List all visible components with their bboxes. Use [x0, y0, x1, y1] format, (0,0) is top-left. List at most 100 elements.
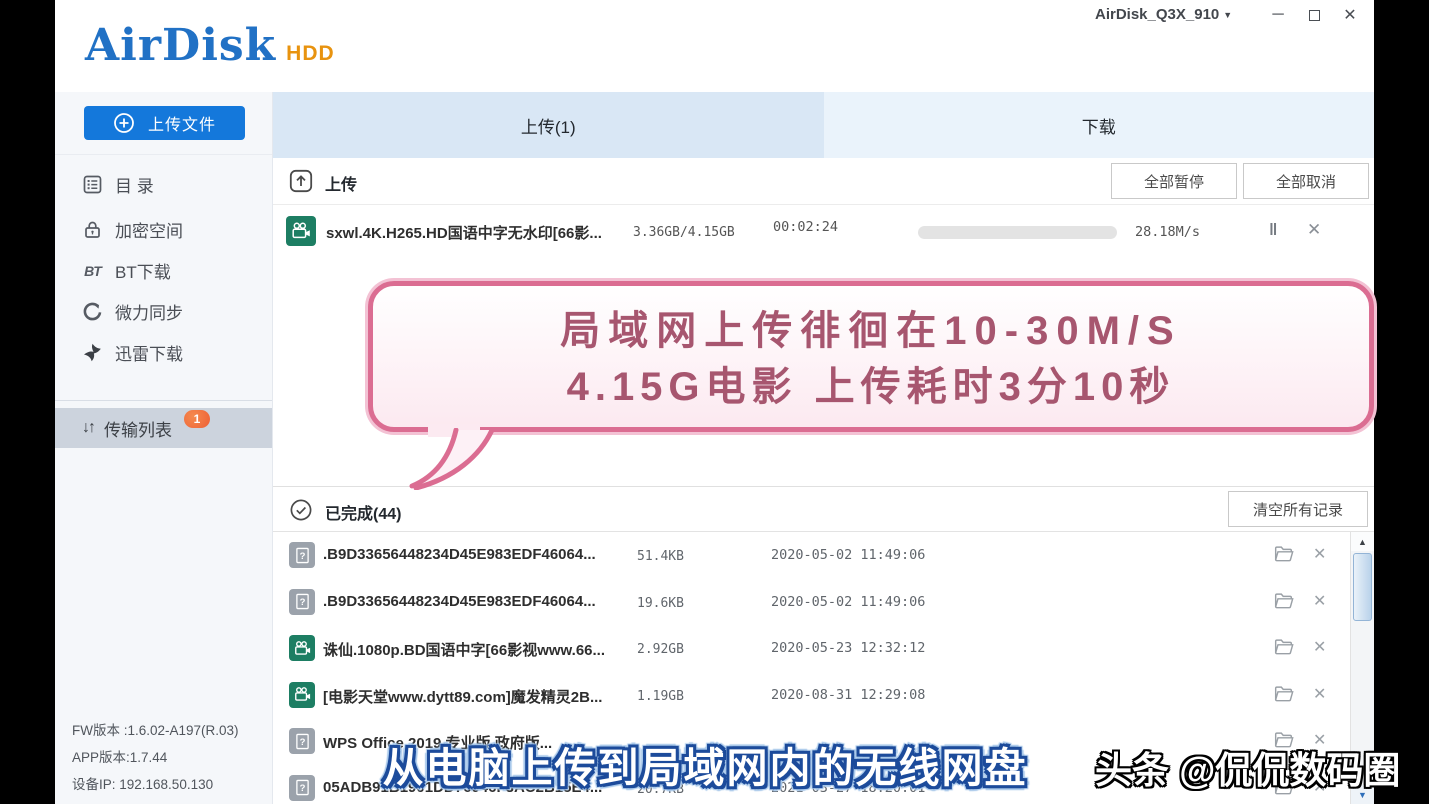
elapsed-time: 00:02:24: [773, 219, 838, 235]
remove-record-icon[interactable]: ✕: [1313, 637, 1326, 657]
video-caption: 从电脑上传到局域网内的无线网盘: [355, 734, 1055, 794]
device-info: FW版本 :1.6.02-A197(R.03) APP版本:1.7.44 设备I…: [72, 717, 239, 798]
sidebar-item-sync[interactable]: 微力同步: [55, 291, 272, 332]
completed-file-row[interactable]: ? .B9D33656448234D45E983EDF46064... 19.6…: [273, 579, 1350, 626]
file-size: 3.36GB/4.15GB: [633, 225, 735, 240]
window-header: AirDisk HDD AirDisk_Q3X_910 ▼ ─ ✕: [55, 0, 1374, 92]
file-size: 51.4KB: [637, 549, 684, 564]
file-name: 诛仙.1080p.BD国语中字[66影视www.66...: [323, 639, 618, 660]
sidebar-item-label: BT下载: [115, 258, 171, 283]
bt-icon: BT: [82, 263, 103, 279]
file-type-icon: ?: [289, 775, 315, 801]
open-folder-icon[interactable]: [1273, 590, 1294, 616]
file-size: 1.19GB: [637, 689, 684, 704]
tab-upload[interactable]: 上传(1): [273, 92, 824, 158]
fw-version: FW版本 :1.6.02-A197(R.03): [72, 717, 239, 744]
maximize-button[interactable]: [1303, 4, 1325, 26]
file-size: 2.92GB: [637, 642, 684, 657]
sync-icon: [82, 301, 103, 322]
divider: [55, 154, 272, 155]
transfer-arrows-icon: ↓↑: [82, 419, 94, 437]
sidebar-item-directory[interactable]: 目 录: [55, 164, 272, 205]
scrollbar-thumb[interactable]: [1353, 553, 1372, 621]
plus-circle-icon: [113, 112, 135, 134]
upload-speed: 28.18M/s: [1135, 224, 1200, 240]
open-folder-icon[interactable]: [1273, 683, 1294, 709]
close-icon[interactable]: ✕: [1307, 220, 1321, 240]
screen: AirDisk HDD AirDisk_Q3X_910 ▼ ─ ✕ 上传文件: [0, 0, 1429, 804]
sidebar-menu: 目 录 加密空间 BT BT下载 微力同步: [55, 164, 272, 373]
video-file-icon: [286, 216, 316, 246]
list-icon: [82, 174, 103, 195]
sidebar-item-label: 目 录: [115, 172, 154, 197]
bubble-line-2: 4.15G电影 上传耗时3分10秒: [373, 359, 1369, 415]
file-name: .B9D33656448234D45E983EDF46064...: [323, 546, 618, 563]
file-type-icon: ?: [289, 635, 315, 661]
completed-section-title: 已完成(44): [325, 500, 401, 524]
app-version: APP版本:1.7.44: [72, 744, 239, 771]
sidebar-item-encrypted-space[interactable]: 加密空间: [55, 209, 272, 250]
open-folder-icon[interactable]: [1273, 543, 1294, 569]
cancel-all-button[interactable]: 全部取消: [1243, 163, 1369, 199]
channel-watermark: 头条 @侃侃数码圈: [1095, 740, 1400, 794]
sidebar: 上传文件 目 录 加密空间 BT BT下载: [55, 92, 273, 804]
file-type-icon: ?: [289, 589, 315, 615]
logo-suffix-text: HDD: [286, 42, 335, 66]
annotation-bubble: 局域网上传徘徊在10-30M/S 4.15G电影 上传耗时3分10秒: [368, 281, 1374, 432]
completed-file-row[interactable]: ? .B9D33656448234D45E983EDF46064... 51.4…: [273, 532, 1350, 579]
device-selector[interactable]: AirDisk_Q3X_910 ▼: [1095, 6, 1232, 23]
progress-bar: [918, 226, 1117, 239]
remove-record-icon[interactable]: ✕: [1313, 544, 1326, 564]
divider: [55, 400, 272, 401]
completed-date: 2020-05-02 11:49:06: [771, 547, 925, 563]
sidebar-item-label: 加密空间: [115, 217, 183, 242]
file-type-icon: ?: [289, 542, 315, 568]
sidebar-item-label: 迅雷下载: [115, 340, 183, 365]
file-name: sxwl.4K.H265.HD国语中字无水印[66影...: [326, 222, 616, 243]
upload-file-button[interactable]: 上传文件: [84, 106, 245, 140]
file-name: [电影天堂www.dytt89.com]魔发精灵2B...: [323, 686, 618, 707]
tab-bar: 上传(1) 下载: [273, 92, 1374, 158]
upload-section-title: 上传: [325, 171, 357, 195]
tab-download[interactable]: 下载: [824, 92, 1375, 158]
file-type-icon: ?: [289, 728, 315, 754]
lock-icon: [82, 219, 103, 240]
sidebar-item-transfer-list[interactable]: ↓↑ 传输列表 1: [55, 408, 272, 448]
pause-all-button[interactable]: 全部暂停: [1111, 163, 1237, 199]
open-folder-icon[interactable]: [1273, 636, 1294, 662]
logo-text: AirDisk: [85, 22, 276, 70]
scroll-up-button[interactable]: ▲: [1351, 532, 1374, 551]
completed-date: 2020-08-31 12:29:08: [771, 687, 925, 703]
svg-text:?: ?: [299, 597, 305, 608]
sidebar-item-bt-download[interactable]: BT BT下载: [55, 250, 272, 291]
sidebar-item-thunder-download[interactable]: 迅雷下载: [55, 332, 272, 373]
close-button[interactable]: ✕: [1339, 4, 1361, 26]
uploading-file-row[interactable]: sxwl.4K.H265.HD国语中字无水印[66影... 3.36GB/4.1…: [273, 205, 1374, 259]
clear-all-records-button[interactable]: 清空所有记录: [1228, 491, 1368, 527]
remove-record-icon[interactable]: ✕: [1313, 684, 1326, 704]
completed-date: 2020-05-02 11:49:06: [771, 594, 925, 610]
upload-file-label: 上传文件: [148, 111, 216, 135]
upload-section-header: 上传 全部暂停 全部取消: [273, 158, 1374, 205]
check-circle-icon: [289, 498, 313, 527]
sidebar-item-label: 微力同步: [115, 299, 183, 324]
completed-date: 2020-05-23 12:32:12: [771, 640, 925, 656]
pause-icon[interactable]: ‖: [1269, 220, 1274, 240]
window-controls: ─ ✕: [1267, 4, 1361, 26]
bubble-line-1: 局域网上传徘徊在10-30M/S: [373, 303, 1369, 359]
maximize-icon: [1309, 10, 1320, 21]
thunder-icon: [82, 342, 103, 363]
remove-record-icon[interactable]: ✕: [1313, 591, 1326, 611]
transfer-count-badge: 1: [184, 410, 210, 428]
completed-section-header: 已完成(44) 清空所有记录: [273, 486, 1374, 532]
chevron-down-icon: ▼: [1223, 10, 1232, 20]
file-name: .B9D33656448234D45E983EDF46064...: [323, 593, 618, 610]
completed-file-row[interactable]: ? [电影天堂www.dytt89.com]魔发精灵2B... 1.19GB 2…: [273, 672, 1350, 719]
app-logo: AirDisk HDD: [85, 22, 335, 70]
upload-icon: [289, 169, 313, 198]
completed-file-row[interactable]: ? 诛仙.1080p.BD国语中字[66影视www.66... 2.92GB 2…: [273, 625, 1350, 672]
file-size: 19.6KB: [637, 596, 684, 611]
device-ip: 设备IP: 192.168.50.130: [72, 771, 239, 798]
minimize-button[interactable]: ─: [1267, 4, 1289, 26]
svg-text:?: ?: [299, 551, 305, 562]
